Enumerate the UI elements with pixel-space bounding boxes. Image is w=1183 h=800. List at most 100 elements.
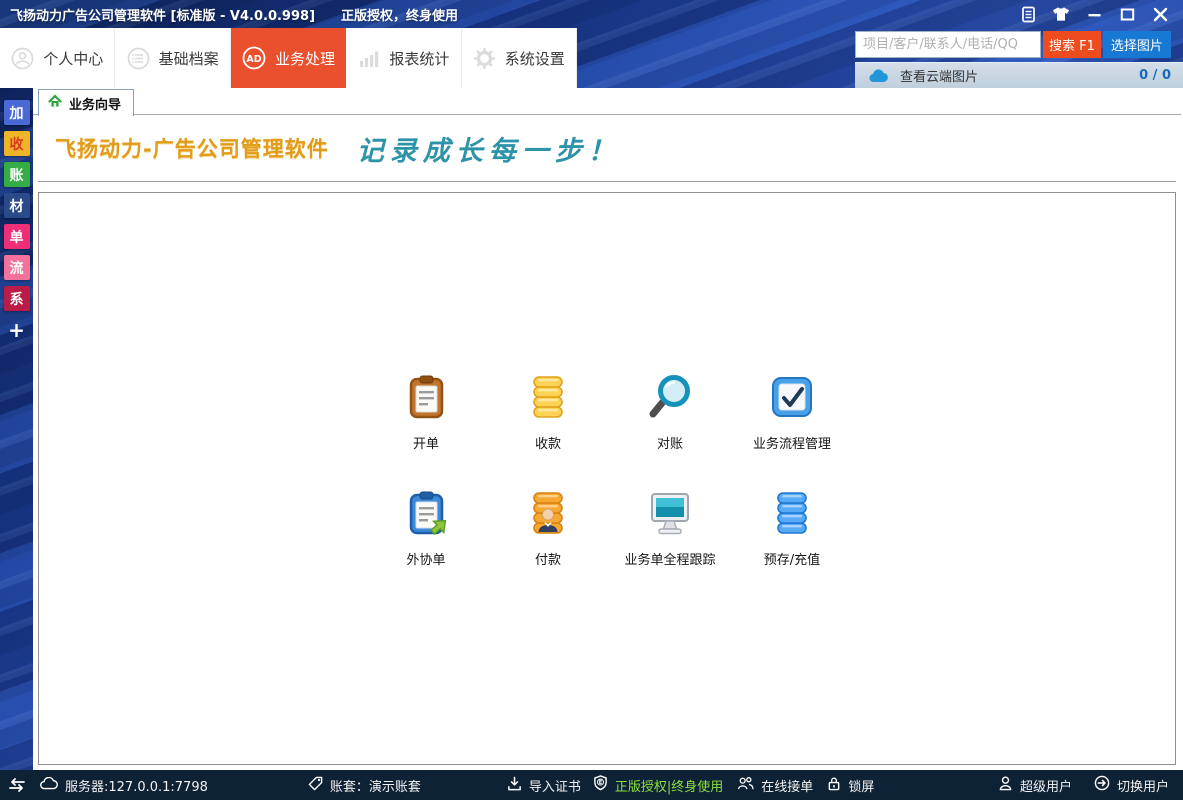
clipboard-icon xyxy=(403,374,449,424)
wizard-panel: 开单 收款 对账 业务流程管理 xyxy=(38,192,1176,765)
magnifier-icon xyxy=(647,374,693,424)
brand-title: 飞扬动力-广告公司管理软件 xyxy=(55,133,329,163)
title-bar: 飞扬动力广告公司管理软件 [标准版 - V4.0.0.998] 正版授权，终身使… xyxy=(0,0,1183,28)
switch-user-button[interactable]: 切换用户 xyxy=(1094,775,1169,795)
quick-sidebar: 加 收 账 材 单 流 系 + xyxy=(0,88,33,770)
clipboard-arrow-icon xyxy=(403,490,449,540)
window-title: 飞扬动力广告公司管理软件 [标准版 - V4.0.0.998] xyxy=(10,5,315,24)
license-text: 正版授权，终身使用 xyxy=(341,5,458,24)
person-icon xyxy=(11,47,34,70)
server-status: 服务器:127.0.0.1:7798 xyxy=(40,776,208,795)
sidebar-item-account[interactable]: 账 xyxy=(4,162,30,187)
cloud-icon xyxy=(869,69,888,83)
server-address: 服务器:127.0.0.1:7798 xyxy=(65,776,208,795)
window-controls xyxy=(1019,5,1183,23)
gold-coins-icon xyxy=(525,374,571,424)
wizard-item-label: 预存/充值 xyxy=(764,549,820,568)
lock-screen-label: 锁屏 xyxy=(848,776,874,795)
sidebar-item-receive[interactable]: 收 xyxy=(4,131,30,156)
tab-business-wizard[interactable]: 业务向导 xyxy=(38,89,134,116)
sidebar-item-flow[interactable]: 流 xyxy=(4,255,30,280)
search-area: 搜索 F1 选择图片 查看云端图片 0 / 0 xyxy=(855,31,1183,88)
wizard-item-business-flow[interactable]: 业务流程管理 xyxy=(731,374,853,452)
tab-label: 系统设置 xyxy=(505,48,565,69)
coins-person-icon xyxy=(525,490,571,540)
wizard-item-label: 业务流程管理 xyxy=(753,433,831,452)
search-button[interactable]: 搜索 F1 xyxy=(1043,31,1101,58)
sidebar-item-add[interactable]: 加 xyxy=(4,100,30,125)
slogan-text: 记录成长每一步！ xyxy=(357,129,621,168)
license-status: E 正版授权|终身使用 xyxy=(593,775,723,795)
nav-bar: 个人中心 基础档案 AD 业务处理 报表统计 系统设置 xyxy=(0,28,1183,88)
online-orders-button[interactable]: 在线接单 xyxy=(737,776,813,795)
blue-coins-icon xyxy=(769,490,815,540)
status-bar: 服务器:127.0.0.1:7798 账套：演示账套 导入证书 E 正版授权|终… xyxy=(0,770,1183,800)
check-box-icon xyxy=(769,374,815,424)
shield-icon: E xyxy=(593,775,608,795)
wizard-item-order-tracking[interactable]: 业务单全程跟踪 xyxy=(609,490,731,568)
wizard-item-label: 开单 xyxy=(413,433,439,452)
wizard-item-reconcile[interactable]: 对账 xyxy=(609,374,731,452)
search-input[interactable] xyxy=(855,31,1041,58)
wizard-item-label: 付款 xyxy=(535,549,561,568)
wizard-item-label: 业务单全程跟踪 xyxy=(624,549,715,568)
sidebar-item-system[interactable]: 系 xyxy=(4,286,30,311)
wizard-item-receive-payment[interactable]: 收款 xyxy=(487,374,609,452)
sidebar-add-button[interactable]: + xyxy=(4,317,30,342)
user-icon xyxy=(998,775,1013,795)
cloud-outline-icon xyxy=(40,777,58,794)
main-nav-tabs: 个人中心 基础档案 AD 业务处理 报表统计 系统设置 xyxy=(0,28,577,88)
current-user[interactable]: 超级用户 xyxy=(998,775,1072,795)
wizard-item-label: 外协单 xyxy=(406,549,445,568)
sync-icon[interactable] xyxy=(8,778,26,792)
workspace: 业务向导 飞扬动力-广告公司管理软件 记录成长每一步！ 开单 收款 xyxy=(33,88,1183,770)
online-orders-label: 在线接单 xyxy=(761,776,813,795)
tab-business-processing[interactable]: AD 业务处理 xyxy=(231,28,346,88)
select-image-button[interactable]: 选择图片 xyxy=(1103,31,1171,58)
view-cloud-images-bar[interactable]: 查看云端图片 0 / 0 xyxy=(855,62,1183,88)
import-cert-button[interactable]: 导入证书 xyxy=(507,776,581,795)
download-icon xyxy=(507,776,522,795)
minimize-icon[interactable] xyxy=(1085,5,1103,23)
lock-screen-button[interactable]: 锁屏 xyxy=(827,776,874,795)
wizard-item-outsource-order[interactable]: 外协单 xyxy=(365,490,487,568)
people-icon xyxy=(737,776,754,795)
wizard-item-label: 对账 xyxy=(657,433,683,452)
svg-text:AD: AD xyxy=(246,54,261,65)
tab-system-settings[interactable]: 系统设置 xyxy=(462,28,577,88)
tab-basic-archives[interactable]: 基础档案 xyxy=(115,28,230,88)
tab-label: 报表统计 xyxy=(389,48,449,69)
tab-label: 个人中心 xyxy=(43,48,103,69)
tab-label: 基础档案 xyxy=(159,48,219,69)
license-status-label: 正版授权|终身使用 xyxy=(615,776,723,795)
wizard-grid: 开单 收款 对账 业务流程管理 xyxy=(365,374,853,568)
maximize-icon[interactable] xyxy=(1118,5,1136,23)
monitor-icon xyxy=(647,490,693,540)
tab-label: 业务处理 xyxy=(275,48,335,69)
sidebar-item-material[interactable]: 材 xyxy=(4,193,30,218)
sidebar-item-order[interactable]: 单 xyxy=(4,224,30,249)
skin-icon[interactable] xyxy=(1052,5,1070,23)
tab-report-statistics[interactable]: 报表统计 xyxy=(346,28,461,88)
bar-chart-icon xyxy=(357,47,380,70)
switch-arrow-icon xyxy=(1094,775,1110,795)
list-icon xyxy=(127,47,150,70)
wizard-item-label: 收款 xyxy=(535,433,561,452)
svg-text:E: E xyxy=(599,780,603,786)
account-name: 账套：演示账套 xyxy=(330,776,421,795)
wizard-item-create-order[interactable]: 开单 xyxy=(365,374,487,452)
cloud-image-count: 0 / 0 xyxy=(1139,68,1171,83)
notes-icon[interactable] xyxy=(1019,5,1037,23)
wizard-item-prepay-recharge[interactable]: 预存/充值 xyxy=(731,490,853,568)
switch-user-label: 切换用户 xyxy=(1117,776,1169,795)
import-cert-label: 导入证书 xyxy=(529,776,581,795)
current-user-label: 超级用户 xyxy=(1020,776,1072,795)
home-icon xyxy=(47,93,63,113)
gear-icon xyxy=(473,47,496,70)
wizard-item-pay[interactable]: 付款 xyxy=(487,490,609,568)
tab-personal-center[interactable]: 个人中心 xyxy=(0,28,115,88)
tab-label: 业务向导 xyxy=(69,94,121,113)
account-set: 账套：演示账套 xyxy=(308,776,421,795)
banner: 飞扬动力-广告公司管理软件 记录成长每一步！ xyxy=(38,115,1176,182)
close-icon[interactable] xyxy=(1151,5,1169,23)
